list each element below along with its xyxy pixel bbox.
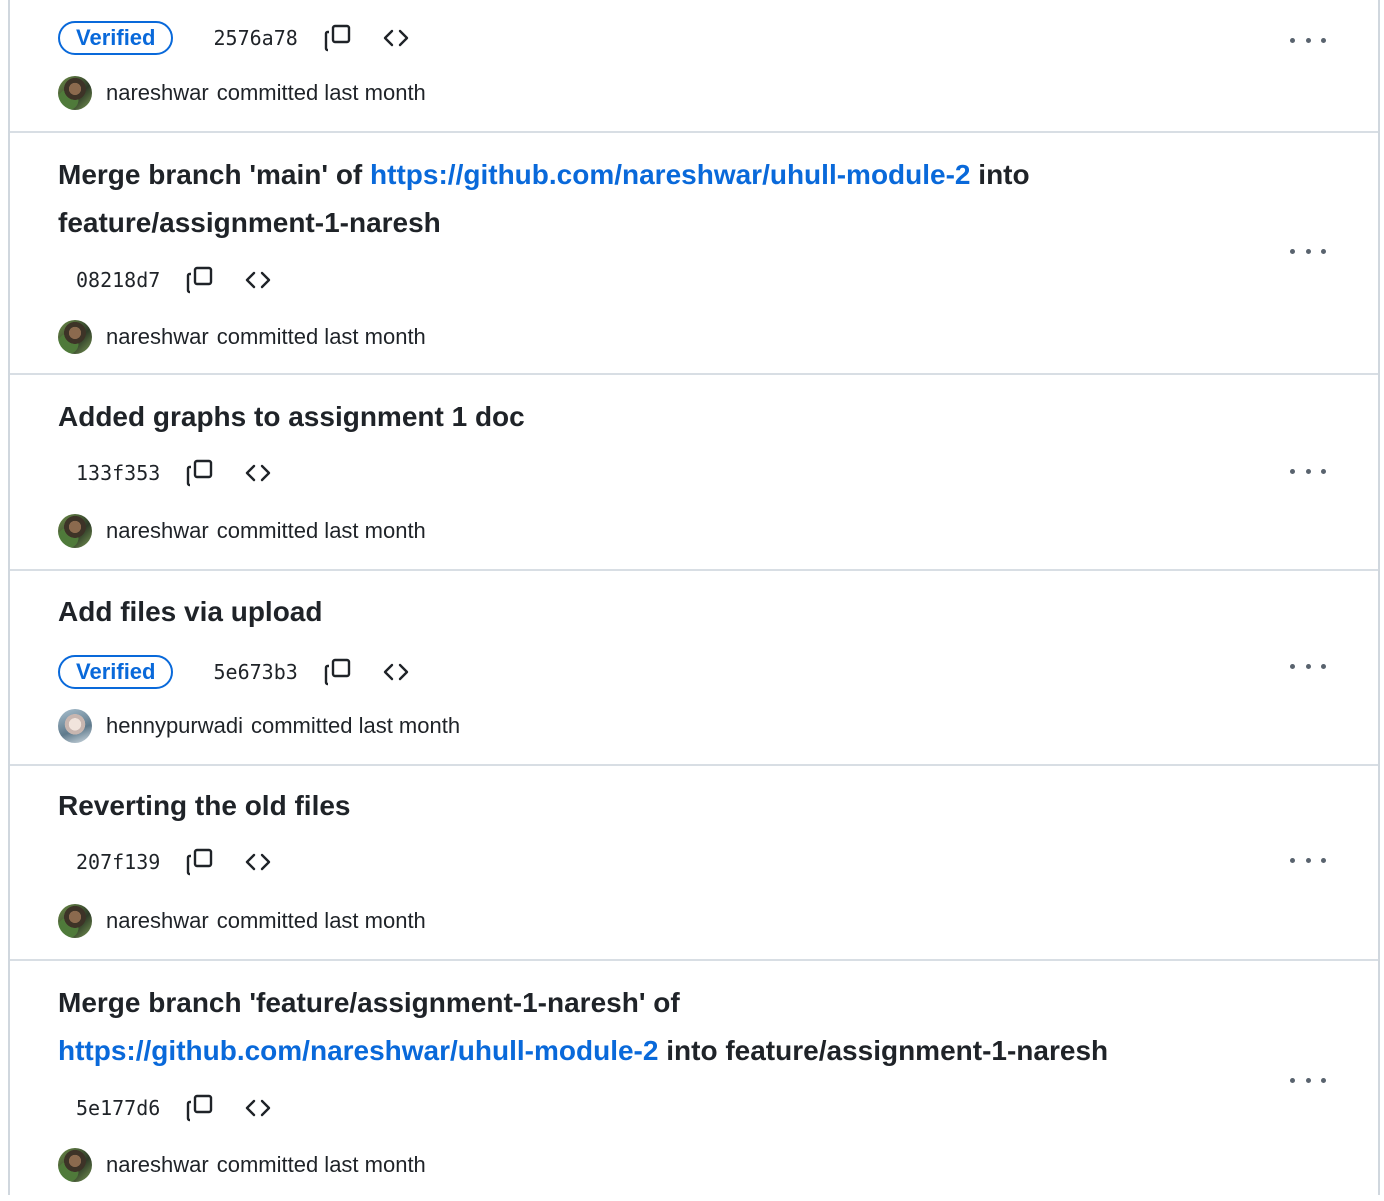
commit-sha[interactable]: 207f139 [76,850,160,874]
code-icon[interactable] [240,844,276,880]
more-actions-button[interactable] [1290,850,1326,870]
commit-meta: 207f139 [58,842,276,882]
dot [1321,37,1326,43]
code-icon[interactable] [240,262,276,298]
commit-time: committed last month [216,1152,426,1177]
commit-author-line: nareshwar committed last month [58,1148,426,1182]
commit-meta: 08218d7 [58,260,276,300]
verified-badge[interactable]: Verified [58,655,174,689]
commit-meta: Verified 5e673b3 [58,652,414,692]
commit-row: Verified 2576a78 nareshwar committed las… [10,0,1378,133]
dot [1321,1077,1326,1083]
commit-title-text[interactable]: Added graphs to assignment 1 doc [58,401,525,432]
copy-icon[interactable] [320,654,356,690]
author-name[interactable]: nareshwar [106,1152,209,1178]
more-actions-button[interactable] [1290,461,1326,481]
copy-icon[interactable] [182,262,218,298]
dot [1290,37,1295,43]
nareshwar-avatar[interactable] [58,76,92,110]
more-actions-button[interactable] [1290,1070,1326,1090]
author-name[interactable]: nareshwar [106,80,209,106]
code-icon[interactable] [240,455,276,491]
nareshwar-avatar[interactable] [58,1148,92,1182]
commit-author-line: hennypurwadi committed last month [58,709,460,743]
repo-link[interactable]: https://github.com/nareshwar/uhull-modul… [370,159,970,190]
more-actions-button[interactable] [1290,241,1326,261]
commit-time: committed last month [216,324,426,349]
commit-title-line2[interactable]: feature/assignment-1-naresh [58,207,441,238]
commit-sha[interactable]: 5e673b3 [213,660,297,684]
dot [1290,857,1295,863]
commit-author-line: nareshwar committed last month [58,514,426,548]
commit-author-line: nareshwar committed last month [58,904,426,938]
dot [1305,1077,1311,1083]
commit-time: committed last month [250,713,461,738]
commit-title-text[interactable]: Merge branch 'feature/assignment-1-nares… [58,987,680,1018]
copy-icon[interactable] [182,844,218,880]
commit-sha[interactable]: 2576a78 [213,26,297,50]
commit-title-text[interactable]: Reverting the old files [58,790,351,821]
commit-title[interactable]: Merge branch 'feature/assignment-1-nares… [58,979,1258,1075]
copy-icon[interactable] [320,20,356,56]
commit-title[interactable]: Add files via upload [58,588,1178,636]
commit-title-suffix[interactable]: into [971,159,1029,190]
more-actions-button[interactable] [1290,30,1326,50]
dot [1290,468,1295,474]
dot [1305,857,1311,863]
commit-title-text[interactable]: Merge branch 'main' of [58,159,370,190]
dot [1321,857,1326,863]
commit-author-line: nareshwar committed last month [58,320,426,354]
dot [1321,248,1326,254]
commit-row: Add files via upload Verified 5e673b3 he… [10,571,1378,766]
commit-sha[interactable]: 5e177d6 [76,1096,160,1120]
commit-title[interactable]: Reverting the old files [58,782,1178,830]
more-actions-button[interactable] [1290,656,1326,676]
commit-title-text[interactable]: Add files via upload [58,596,322,627]
commit-title-suffix[interactable]: into feature/assignment-1-naresh [658,1035,1108,1066]
commit-list: Verified 2576a78 nareshwar committed las… [8,0,1380,1195]
commit-row: Reverting the old files 207f139 nareshwa… [10,766,1378,961]
dot [1305,663,1311,669]
code-icon[interactable] [240,1090,276,1126]
repo-link[interactable]: https://github.com/nareshwar/uhull-modul… [58,1035,658,1066]
nareshwar-avatar[interactable] [58,904,92,938]
author-name[interactable]: nareshwar [106,518,209,544]
commit-title[interactable]: Added graphs to assignment 1 doc [58,393,1178,441]
commit-meta: 5e177d6 [58,1088,276,1128]
copy-icon[interactable] [182,1090,218,1126]
commit-row: Added graphs to assignment 1 doc 133f353… [10,375,1378,571]
dot [1305,37,1311,43]
commit-meta: Verified 2576a78 [58,18,414,58]
dot [1290,1077,1295,1083]
commit-time: committed last month [216,908,426,933]
nareshwar-avatar[interactable] [58,514,92,548]
copy-icon[interactable] [182,455,218,491]
hennypurwadi-avatar[interactable] [58,709,92,743]
code-icon[interactable] [378,20,414,56]
commit-time: committed last month [216,80,426,105]
commit-time: committed last month [216,518,426,543]
commit-row: Merge branch 'main' of https://github.co… [10,133,1378,375]
verified-badge[interactable]: Verified [58,21,174,55]
author-name[interactable]: nareshwar [106,908,209,934]
dot [1305,248,1311,254]
commit-meta: 133f353 [58,453,276,493]
dot [1290,663,1295,669]
dot [1305,468,1311,474]
author-name[interactable]: nareshwar [106,324,209,350]
commit-sha[interactable]: 133f353 [76,461,160,485]
commit-author-line: nareshwar committed last month [58,76,426,110]
dot [1290,248,1295,254]
dot [1321,663,1326,669]
dot [1321,468,1326,474]
nareshwar-avatar[interactable] [58,320,92,354]
commit-row: Merge branch 'feature/assignment-1-nares… [10,961,1378,1201]
author-name[interactable]: hennypurwadi [106,713,243,739]
commit-sha[interactable]: 08218d7 [76,268,160,292]
code-icon[interactable] [378,654,414,690]
commit-title[interactable]: Merge branch 'main' of https://github.co… [58,151,1178,247]
